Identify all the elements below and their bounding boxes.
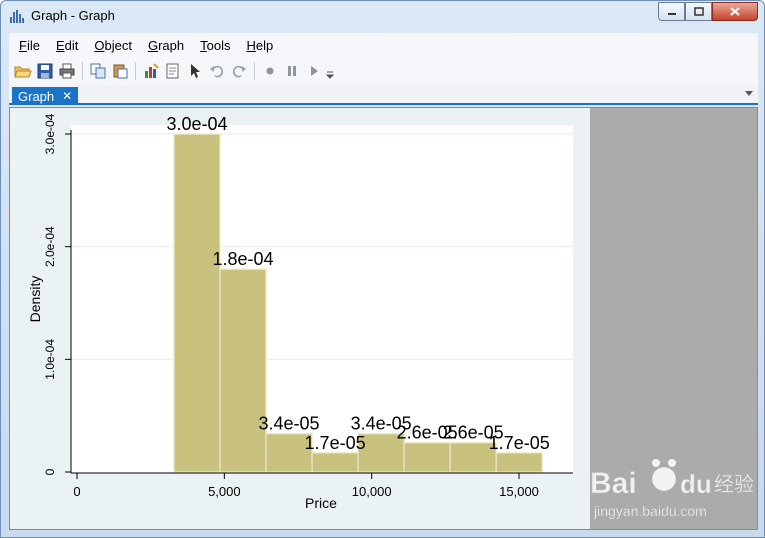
- histogram-bar: [495, 452, 543, 473]
- x-tick-label: 0: [73, 484, 80, 499]
- x-tick-label: 5,000: [208, 484, 241, 499]
- menu-file[interactable]: File: [11, 38, 48, 53]
- svg-text:jingyan.baidu.com: jingyan.baidu.com: [593, 503, 707, 519]
- record-icon: [266, 67, 274, 75]
- histogram-bar: [219, 268, 267, 473]
- pause-icon: [288, 66, 296, 76]
- properties-button[interactable]: [162, 60, 184, 82]
- undo-button[interactable]: [206, 60, 228, 82]
- toolbar: [9, 57, 758, 85]
- x-tick-label: 10,000: [352, 484, 392, 499]
- y-tick-label: 2.0e-04: [43, 226, 57, 267]
- graph-editor-button[interactable]: [140, 60, 162, 82]
- print-icon: [59, 63, 75, 79]
- chevron-down-icon: [326, 71, 334, 79]
- histogram-bar: [403, 442, 451, 473]
- x-tick-label: 15,000: [499, 484, 539, 499]
- menu-tools[interactable]: Tools: [192, 38, 238, 53]
- pause-button[interactable]: [281, 60, 303, 82]
- tab-list-chevron-down-icon[interactable]: [744, 89, 754, 97]
- save-icon: [37, 63, 53, 79]
- app-window: Graph - Graph File Edit Object Graph Too…: [0, 0, 765, 538]
- tab-graph[interactable]: Graph ✕: [12, 87, 79, 105]
- open-button[interactable]: [12, 60, 34, 82]
- menu-help[interactable]: Help: [238, 38, 281, 53]
- svg-text:经验: 经验: [714, 472, 754, 496]
- app-icon: [10, 10, 24, 23]
- plot-region: [71, 125, 573, 473]
- play-icon: [311, 66, 318, 76]
- bar-value-label: 3.4e-05: [259, 414, 320, 434]
- bar-value-label: 1.8e-04: [212, 249, 273, 269]
- window-title: Graph - Graph: [31, 8, 115, 23]
- pointer-icon: [191, 64, 200, 78]
- print-button[interactable]: [56, 60, 78, 82]
- paste-icon: [113, 64, 128, 79]
- menu-object[interactable]: Object: [86, 38, 140, 53]
- y-tick-label: 1.0e-04: [43, 339, 57, 380]
- toolbar-separator: [82, 62, 83, 80]
- toolbar-separator: [254, 62, 255, 80]
- histogram-bar: [173, 133, 221, 473]
- close-icon: [730, 7, 740, 16]
- copy-icon: [90, 63, 106, 79]
- redo-button[interactable]: [228, 60, 250, 82]
- tab-strip: Graph ✕: [9, 85, 758, 105]
- save-button[interactable]: [34, 60, 56, 82]
- pointer-button[interactable]: [184, 60, 206, 82]
- close-button[interactable]: [712, 2, 758, 21]
- toolbar-separator: [135, 62, 136, 80]
- tab-close-icon[interactable]: ✕: [62, 89, 72, 103]
- redo-icon: [232, 65, 246, 78]
- bar-value-label: 3.0e-04: [166, 114, 227, 134]
- maximize-icon: [693, 7, 704, 16]
- menu-graph[interactable]: Graph: [140, 38, 192, 53]
- toolbar-overflow-button[interactable]: [325, 60, 335, 82]
- minimize-button[interactable]: [658, 2, 685, 21]
- undo-icon: [210, 65, 224, 78]
- maximize-button[interactable]: [685, 2, 712, 21]
- copy-button[interactable]: [87, 60, 109, 82]
- y-tick-label: 0: [43, 468, 57, 475]
- window-controls: [658, 2, 758, 21]
- graph-editor-icon: [145, 63, 159, 78]
- y-tick-label: 3.0e-04: [43, 113, 57, 154]
- baidu-jingyan-watermark: Bai du 经验 jingyan.baidu.com: [590, 459, 754, 519]
- svg-text:Bai: Bai: [590, 467, 637, 500]
- open-icon: [14, 66, 32, 78]
- title-bar[interactable]: Graph - Graph: [1, 1, 764, 31]
- play-button[interactable]: [303, 60, 325, 82]
- bar-value-label: 1.7e-05: [305, 433, 366, 453]
- graph-area: 3.0e-04 1.8e-04 3.4e-05 1.7e-05 3.4e-05 2.6e-…: [10, 108, 590, 529]
- x-axis-title: Price: [305, 495, 337, 511]
- menu-bar: File Edit Object Graph Tools Help: [9, 33, 758, 57]
- properties-icon: [166, 63, 179, 79]
- svg-text:du: du: [680, 469, 712, 499]
- bar-value-label: 1.7e-05: [489, 433, 550, 453]
- menu-edit[interactable]: Edit: [48, 38, 86, 53]
- y-axis-title: Density: [27, 276, 43, 323]
- histogram-chart: 3.0e-041.8e-043.4e-051.7e-053.4e-052.6e-…: [27, 113, 573, 511]
- tab-label: Graph: [18, 88, 55, 104]
- paste-button[interactable]: [109, 60, 131, 82]
- minimize-icon: [667, 12, 676, 15]
- record-button[interactable]: [259, 60, 281, 82]
- histogram-bar: [311, 452, 359, 473]
